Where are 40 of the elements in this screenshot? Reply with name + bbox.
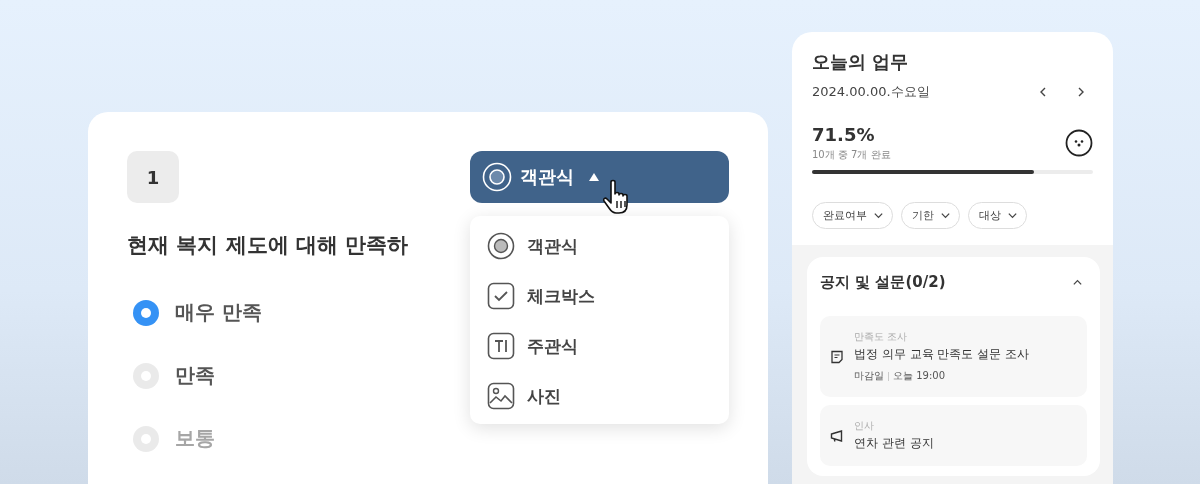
section-title: 공지 및 설문(0/2) (820, 273, 946, 292)
chevron-down-icon (873, 210, 884, 221)
megaphone-icon (830, 428, 844, 443)
menu-item[interactable]: 체크박스 (527, 284, 595, 308)
notice-item[interactable]: 인사 연차 관련 공지 (820, 405, 1087, 466)
radio-button[interactable] (133, 299, 159, 326)
menu-item[interactable]: 주관식 (527, 334, 578, 358)
question-number: 1 (127, 151, 179, 203)
radio-icon (487, 232, 515, 260)
notice-item[interactable]: 만족도 조사 법정 의무 교육 만족도 설문 조사 마감일 오늘 19:00 (820, 316, 1087, 397)
option-label: 보통 (175, 425, 215, 452)
completion-percent: 71.5% (812, 124, 876, 145)
menu-item[interactable]: 사진 (527, 384, 561, 408)
filter-chip[interactable]: 완료여부 (812, 202, 893, 229)
completion-summary: 10개 중 7개 완료 (812, 148, 891, 162)
question-title: 현재 복지 제도에 대해 만족하 (127, 232, 409, 259)
image-icon (487, 382, 515, 410)
filter-chip[interactable]: 기한 (901, 202, 960, 229)
chevron-down-icon (940, 210, 951, 221)
panel-title: 오늘의 업무 (812, 50, 910, 74)
caret-icon (588, 172, 600, 182)
deadline-label: 마감일 (854, 369, 884, 383)
filter-chip[interactable]: 대상 (968, 202, 1027, 229)
item-category: 인사 (854, 419, 875, 433)
chevron-icon (1072, 277, 1083, 288)
date-label: 2024.00.00.수요일 (812, 83, 930, 101)
collapse-button[interactable] (1072, 277, 1083, 288)
option-label: 매우 만족 (175, 299, 262, 326)
chevron-down-icon (1007, 210, 1018, 221)
text-icon (487, 332, 515, 360)
menu-item[interactable]: 객관식 (527, 234, 578, 258)
deadline-time: 오늘 19:00 (893, 369, 945, 383)
note-icon (830, 349, 844, 364)
radio-icon (482, 162, 512, 192)
item-title: 연차 관련 공지 (854, 435, 934, 452)
checkbox-icon (487, 282, 515, 310)
item-title: 법정 의무 교육 만족도 설문 조사 (854, 346, 1030, 363)
item-category: 만족도 조사 (854, 330, 909, 344)
option-label: 만족 (175, 362, 215, 389)
smiley-icon (1065, 129, 1093, 157)
